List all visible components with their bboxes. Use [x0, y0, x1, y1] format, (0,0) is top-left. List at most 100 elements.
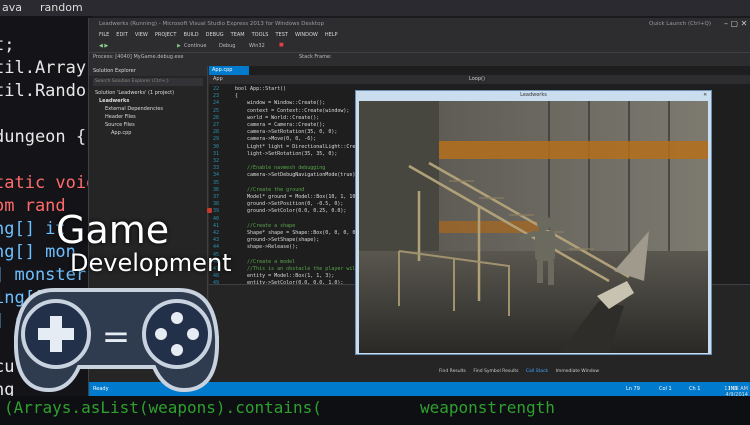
- menu-item-window[interactable]: WINDOW: [295, 32, 318, 38]
- menu-item-build[interactable]: BUILD: [183, 32, 198, 38]
- menu-item-tools[interactable]: TOOLS: [252, 32, 269, 38]
- vs-menu-items: FILE EDIT VIEW PROJECT BUILD DEBUG TEAM TOOLS TE…: [99, 32, 345, 38]
- menu-item-help[interactable]: HELP: [325, 32, 338, 38]
- vs-menubar: FILE EDIT VIEW PROJECT BUILD DEBUG TEAM TOOLS TE…: [89, 30, 750, 40]
- code-line: //Enable navmesh debugging: [235, 165, 326, 172]
- code-line: Model* ground = Model::Box(10, 1, 10);: [235, 194, 362, 200]
- menu-item-debug[interactable]: DEBUG: [206, 32, 224, 38]
- continue-icon[interactable]: ▶: [177, 43, 181, 49]
- tree-item-source-files[interactable]: Source Files: [105, 122, 135, 128]
- code-line: {: [235, 93, 239, 100]
- line-number: 40: [213, 215, 220, 222]
- bg-code-line: til.Array: [0, 58, 87, 78]
- bg-code-line: til.Rando: [0, 81, 87, 101]
- stop-icon[interactable]: ■: [279, 42, 284, 48]
- line-number: 41: [213, 222, 220, 229]
- menu-item-edit[interactable]: EDIT: [116, 32, 128, 38]
- tab-find-results[interactable]: Find Results: [439, 369, 466, 374]
- code-line: shape->Release();: [235, 244, 299, 251]
- menu-item-view[interactable]: VIEW: [135, 32, 148, 38]
- vs-title-text: Leadwerks (Running) - Microsoft Visual S…: [99, 21, 324, 27]
- game-window: Leadwerks ✕: [355, 90, 712, 355]
- tree-item-project[interactable]: Leadwerks: [99, 98, 129, 104]
- menu-item-file[interactable]: FILE: [99, 32, 109, 38]
- background-editor-tabbar: ava random: [0, 0, 750, 16]
- tree-item-header-files[interactable]: Header Files: [105, 114, 136, 120]
- bg-code-line: tatic void: [0, 173, 92, 193]
- line-number: 35: [213, 179, 220, 186]
- tab-find-symbol-results[interactable]: Find Symbol Results: [473, 369, 518, 374]
- line-number: 36: [213, 186, 220, 193]
- menu-item-project[interactable]: PROJECT: [155, 32, 177, 38]
- breakpoint-icon[interactable]: [207, 208, 212, 213]
- tree-item-solution[interactable]: Solution 'Leadwerks' (1 project): [95, 90, 174, 96]
- line-number: 22: [213, 86, 220, 92]
- background-code-strip: (Arrays.asList(weapons).contains( weapon…: [0, 396, 750, 425]
- process-label[interactable]: Process: [4040] MyGame.debug.exe: [93, 54, 183, 60]
- line-number: 23: [213, 93, 220, 100]
- solution-explorer-title: Solution Explorer: [89, 66, 207, 76]
- code-line: camera->SetRotation(35, 0, 0);: [235, 129, 338, 136]
- tab-app-cpp[interactable]: App.cpp: [209, 66, 249, 75]
- tab-call-stack[interactable]: Call Stack: [526, 369, 548, 374]
- quick-launch-input[interactable]: Quick Launch (Ctrl+Q): [649, 21, 711, 27]
- line-number: 27: [213, 122, 220, 128]
- game-close-icon[interactable]: ✕: [703, 91, 707, 98]
- code-line: ground->SetPosition(0, -0.5, 0);: [235, 201, 344, 208]
- line-number: 39: [213, 208, 220, 215]
- code-line: camera->Move(0, 0, -6);: [235, 136, 317, 143]
- line-number: 29: [213, 136, 220, 143]
- bg-tab-java[interactable]: ava: [2, 1, 22, 15]
- gamepad-equals-glyph: =: [102, 317, 131, 357]
- code-line: window = Window::Create();: [235, 100, 326, 107]
- code-line: context = Context::Create(window);: [235, 107, 350, 114]
- bg-code-line: dungeon {: [0, 127, 87, 147]
- bg-code-line: cu: [0, 357, 15, 377]
- vs-debug-location-bar: Process: [4040] MyGame.debug.exe Stack F…: [89, 52, 750, 62]
- line-number: 32: [213, 158, 220, 164]
- nav-scope-dropdown[interactable]: App: [213, 75, 223, 84]
- code-line: //Create a shape: [235, 222, 296, 229]
- vs-titlebar: Leadwerks (Running) - Microsoft Visual S…: [89, 18, 750, 30]
- code-line: ground->SetShape(shape);: [235, 237, 320, 244]
- menu-item-team[interactable]: TEAM: [231, 32, 245, 38]
- line-number: 37: [213, 194, 220, 200]
- window-controls[interactable]: – ▢ ✕: [724, 19, 747, 28]
- game-viewport[interactable]: [359, 101, 708, 353]
- back-icon[interactable]: ◀ ▶: [99, 43, 108, 49]
- bg-code-line: t;: [0, 35, 15, 55]
- tab-immediate-window[interactable]: Immediate Window: [556, 369, 599, 374]
- code-line: world = World::Create();: [235, 114, 320, 121]
- line-number: 33: [213, 165, 220, 172]
- line-number: 30: [213, 143, 220, 150]
- config-dropdown[interactable]: Debug: [219, 43, 235, 49]
- status-ch: Ch 1: [689, 386, 701, 392]
- editor-nav-bar: App Loop(): [209, 75, 750, 84]
- code-line: //Create the ground: [235, 186, 305, 193]
- code-line: camera = Camera::Create();: [235, 122, 326, 128]
- status-line: Ln 79: [626, 386, 640, 392]
- game-scene: [359, 101, 708, 353]
- menu-item-test[interactable]: TEST: [275, 32, 287, 38]
- line-number: 24: [213, 100, 220, 107]
- code-line: camera->SetDebugNavigationMode(true);: [235, 172, 359, 179]
- bg-tab-random[interactable]: random: [40, 1, 83, 15]
- code-line: //Create a model: [235, 258, 296, 265]
- solution-search-input[interactable]: Search Solution Explorer (Ctrl+;): [93, 78, 203, 86]
- platform-dropdown[interactable]: Win32: [249, 43, 265, 49]
- tree-item-app-cpp[interactable]: App.cpp: [111, 130, 131, 136]
- code-line: light->SetRotation(35, 35, 0);: [235, 150, 338, 157]
- stack-frame-label[interactable]: Stack Frame:: [299, 54, 332, 60]
- overlay-title-game: Game: [56, 208, 170, 252]
- line-number: 42: [213, 230, 220, 236]
- tree-item-external-deps[interactable]: External Dependencies: [105, 106, 163, 112]
- line-number: 25: [213, 107, 220, 114]
- status-col: Col 1: [659, 386, 672, 392]
- bottom-code-left: (Arrays.asList(weapons).contains(: [4, 398, 322, 417]
- line-number: 26: [213, 114, 220, 121]
- game-window-title: Leadwerks: [520, 92, 547, 98]
- continue-button[interactable]: Continue: [184, 43, 206, 49]
- bg-code-line: ng: [0, 380, 15, 396]
- line-number: 38: [213, 201, 220, 208]
- nav-member-dropdown[interactable]: Loop(): [469, 75, 485, 84]
